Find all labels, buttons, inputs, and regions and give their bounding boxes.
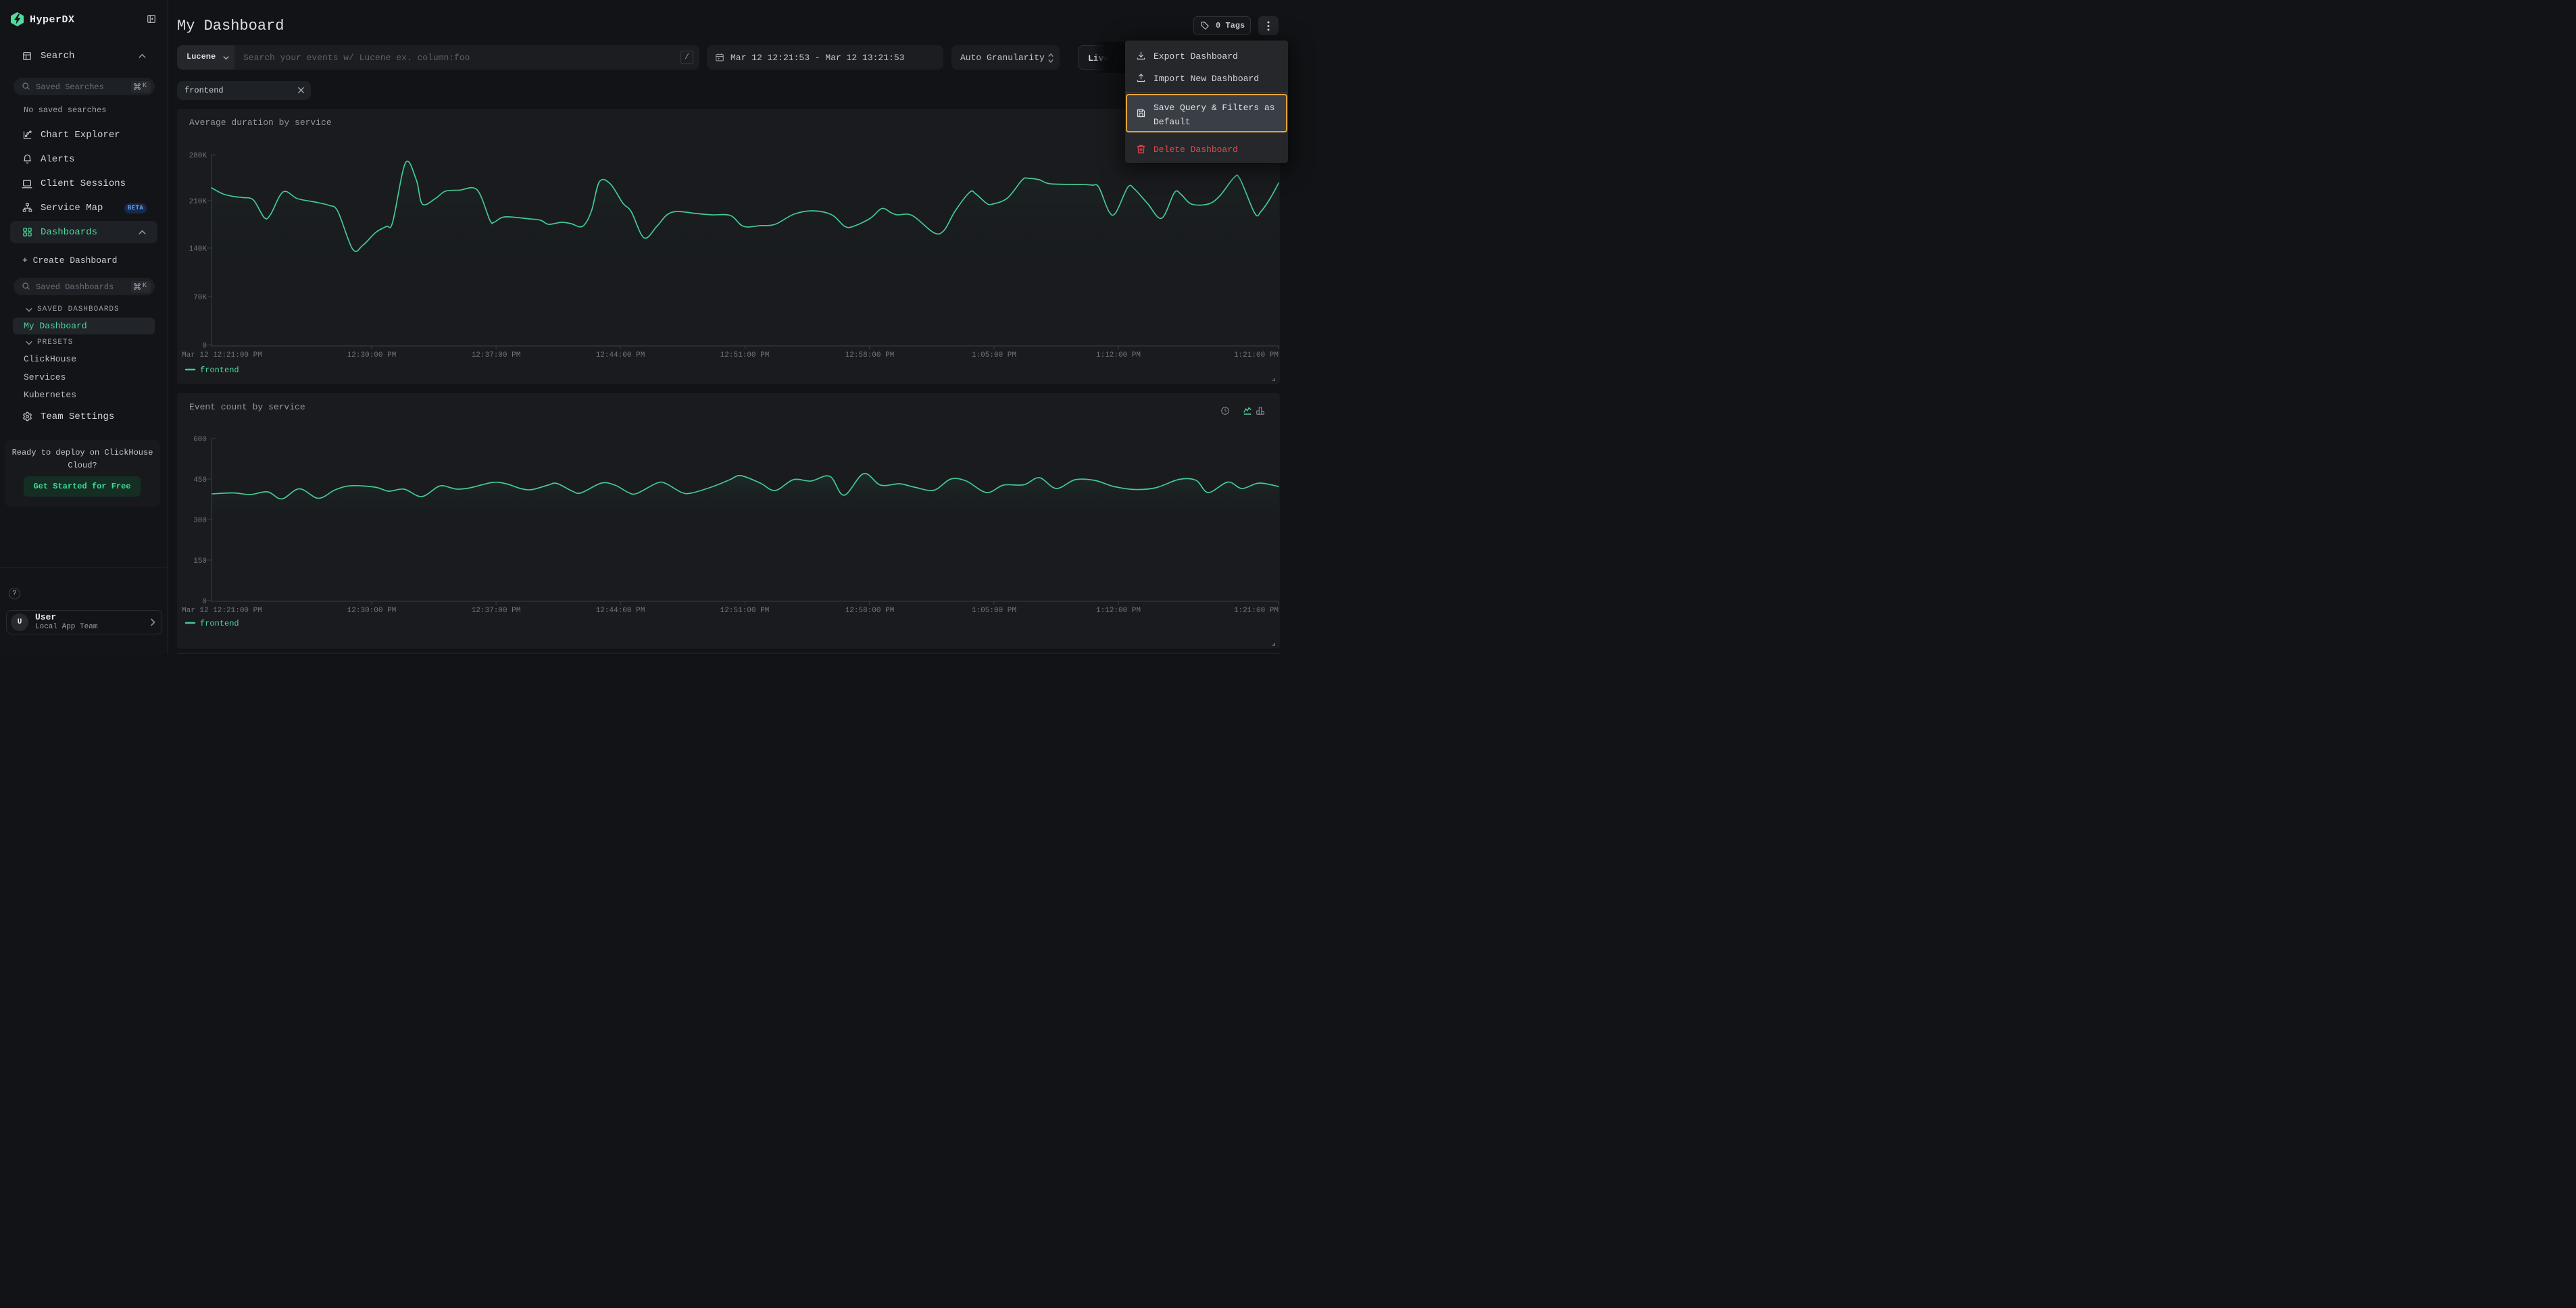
svg-text:12:37:00 PM: 12:37:00 PM	[472, 607, 521, 615]
svg-text:12:37:00 PM: 12:37:00 PM	[472, 351, 521, 359]
svg-text:1:12:00 PM: 1:12:00 PM	[1096, 351, 1141, 359]
svg-text:12:30:00 PM: 12:30:00 PM	[347, 351, 397, 359]
svg-text:210K: 210K	[189, 198, 207, 206]
svg-text:600: 600	[193, 436, 207, 444]
svg-text:12:51:00 PM: 12:51:00 PM	[720, 351, 770, 359]
svg-text:150: 150	[193, 557, 207, 565]
svg-text:12:51:00 PM: 12:51:00 PM	[720, 607, 770, 615]
svg-text:12:58:00 PM: 12:58:00 PM	[845, 607, 895, 615]
svg-text:1:05:00 PM: 1:05:00 PM	[972, 351, 1016, 359]
svg-text:12:44:00 PM: 12:44:00 PM	[596, 351, 645, 359]
svg-text:1:12:00 PM: 1:12:00 PM	[1096, 607, 1141, 615]
svg-text:140K: 140K	[189, 245, 207, 253]
svg-text:frontend: frontend	[200, 619, 239, 628]
svg-text:280K: 280K	[189, 152, 207, 160]
svg-text:Mar 12 12:21:00 PM: Mar 12 12:21:00 PM	[182, 351, 262, 359]
svg-text:12:58:00 PM: 12:58:00 PM	[845, 351, 895, 359]
svg-text:12:30:00 PM: 12:30:00 PM	[347, 607, 397, 615]
svg-text:0: 0	[202, 343, 207, 351]
svg-text:1:21:00 PM: 1:21:00 PM	[1234, 351, 1279, 359]
svg-text:300: 300	[193, 517, 207, 525]
svg-text:Mar 12 12:21:00 PM: Mar 12 12:21:00 PM	[182, 607, 262, 615]
svg-text:frontend: frontend	[200, 366, 239, 375]
svg-text:70K: 70K	[193, 294, 207, 302]
svg-text:0: 0	[202, 598, 207, 606]
svg-text:1:21:00 PM: 1:21:00 PM	[1234, 607, 1279, 615]
svg-text:450: 450	[193, 476, 207, 484]
svg-text:12:44:00 PM: 12:44:00 PM	[596, 607, 645, 615]
svg-text:1:05:00 PM: 1:05:00 PM	[972, 607, 1016, 615]
